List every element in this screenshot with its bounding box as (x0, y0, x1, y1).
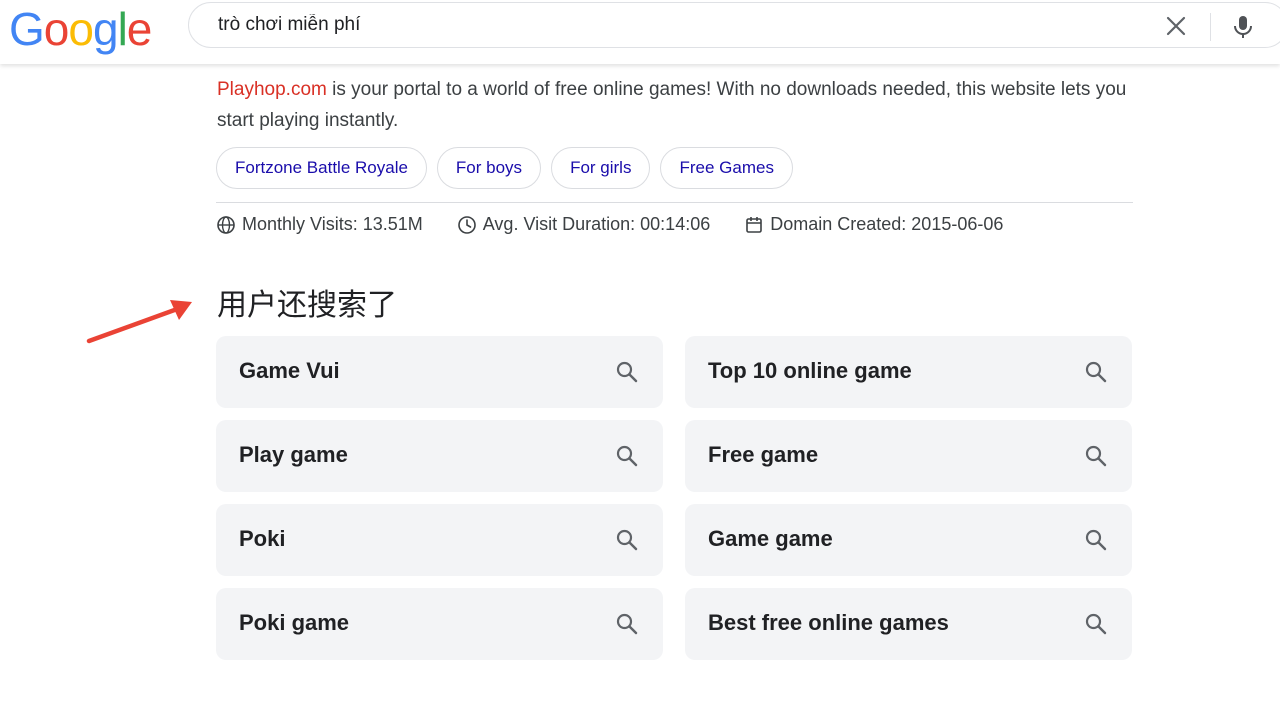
chip-free-games[interactable]: Free Games (660, 147, 793, 189)
related-search-label: Free game (708, 442, 819, 467)
sitelink-chips: Fortzone Battle Royale For boys For girl… (216, 147, 793, 189)
logo-letter: G (9, 3, 45, 55)
logo-letter: l (117, 3, 128, 55)
logo-letter: o (43, 3, 70, 55)
stat-text: Avg. Visit Duration: 00:14:06 (482, 214, 711, 234)
search-input[interactable] (218, 14, 1118, 36)
search-box (188, 2, 1280, 48)
stat-text: Domain Created: 2015-06-06 (770, 214, 1004, 234)
chip-fortzone-battle-royale[interactable]: Fortzone Battle Royale (216, 147, 427, 189)
search-icon (1085, 529, 1107, 551)
logo-letter: e (126, 3, 153, 55)
search-icon (616, 361, 638, 383)
clock-icon (457, 215, 476, 234)
close-icon[interactable] (1165, 15, 1187, 37)
annotation-arrow (86, 300, 192, 344)
chip-for-girls[interactable]: For girls (551, 147, 651, 189)
related-searches-grid: Game Vui Top 10 online game Play game Fr… (216, 336, 1132, 660)
snippet-text: is your portal to a world of free online… (217, 79, 1127, 131)
logo-letter: o (68, 3, 94, 55)
result-snippet: Playhop.com is your portal to a world of… (217, 74, 1137, 136)
search-icon (1085, 445, 1107, 467)
chip-for-boys[interactable]: For boys (436, 147, 542, 189)
related-search-label: Play game (239, 442, 348, 467)
related-search-item[interactable]: Poki (216, 504, 663, 576)
related-search-label: Game game (708, 526, 833, 551)
google-logo[interactable]: Google (9, 3, 153, 55)
related-search-item[interactable]: Best free online games (685, 588, 1132, 660)
globe-icon (217, 215, 235, 234)
related-search-item[interactable]: Top 10 online game (685, 336, 1132, 408)
stat-domain-created: Domain Created: 2015-06-06 (744, 214, 1003, 235)
search-icon (1085, 361, 1107, 383)
microphone-icon[interactable] (1229, 13, 1257, 41)
calendar-icon (746, 216, 763, 233)
related-search-label: Top 10 online game (708, 358, 912, 383)
logo-letter: g (92, 3, 119, 55)
stat-visit-duration: Avg. Visit Duration: 00:14:06 (457, 214, 710, 235)
search-header: Google (0, 0, 1280, 64)
search-icon (616, 529, 638, 551)
divider (216, 202, 1133, 203)
related-search-label: Poki (239, 526, 286, 551)
stat-monthly-visits: Monthly Visits: 13.51M (216, 214, 423, 235)
related-search-item[interactable]: Free game (685, 420, 1132, 492)
site-link[interactable]: Playhop.com (217, 79, 327, 100)
related-search-item[interactable]: Poki game (216, 588, 663, 660)
related-search-item[interactable]: Game Vui (216, 336, 663, 408)
related-search-label: Poki game (239, 610, 350, 635)
related-search-label: Game Vui (239, 358, 340, 383)
related-search-item[interactable]: Game game (685, 504, 1132, 576)
related-search-item[interactable]: Play game (216, 420, 663, 492)
search-icon (616, 445, 638, 467)
stat-text: Monthly Visits: 13.51M (242, 214, 423, 234)
search-icon (1085, 613, 1107, 635)
site-stats: Monthly Visits: 13.51M Avg. Visit Durati… (216, 214, 1037, 235)
search-box-divider (1210, 13, 1211, 41)
search-icon (616, 613, 638, 635)
related-search-label: Best free online games (708, 610, 949, 635)
related-searches-heading: 用户还搜索了 (217, 288, 397, 323)
